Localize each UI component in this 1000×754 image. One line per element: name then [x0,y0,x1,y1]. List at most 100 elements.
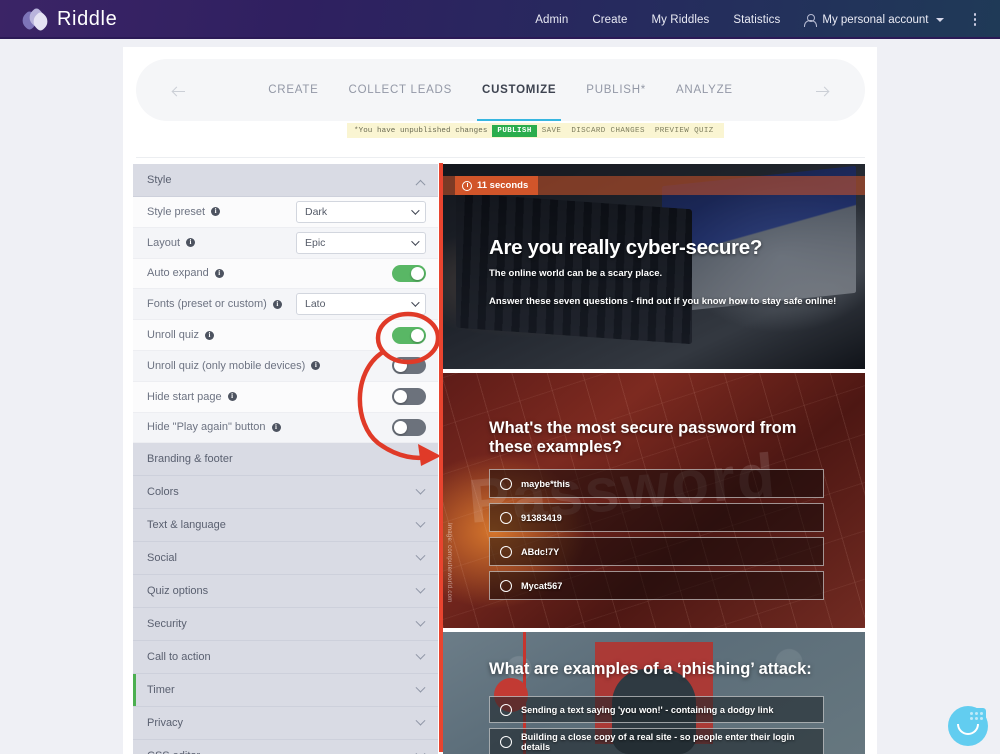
radio-button-icon[interactable] [500,477,512,490]
chevron-down-icon [411,206,420,215]
next-step-arrow-icon[interactable] [816,85,830,97]
setting-row-unroll-quiz-mobile: Unroll quiz (only mobile devices) i [133,350,438,382]
nav-link-admin[interactable]: Admin [535,14,568,26]
setting-row-fonts: Fonts (preset or custom) i Lato [133,289,438,321]
info-icon[interactable]: i [204,330,214,340]
radio-button-icon[interactable] [500,579,512,592]
option-row[interactable]: Mycat567 [489,571,824,600]
save-button[interactable]: SAVE [537,125,567,137]
info-icon[interactable]: i [227,392,237,402]
option-row[interactable]: 91383419 [489,503,824,532]
nav-link-create[interactable]: Create [592,14,627,26]
style-preset-select[interactable]: Dark [296,200,426,223]
option-label: maybe*this [521,478,571,489]
fonts-select[interactable]: Lato [296,293,426,316]
chevron-down-icon [415,715,426,726]
top-nav-links: Admin Create My Riddles Statistics My pe… [535,9,982,30]
section-label-style: Style [147,174,172,186]
quiz-question-card-1: Password Image: computerworld.com What's… [443,373,865,628]
radio-button-icon[interactable] [500,703,512,716]
section-header-social[interactable]: Social [133,542,438,576]
section-header-privacy[interactable]: Privacy [133,707,438,741]
nav-link-my-riddles[interactable]: My Riddles [651,14,709,26]
radio-button-icon[interactable] [500,735,512,748]
brand-logo[interactable]: Riddle [18,6,117,32]
layout-select[interactable]: Epic [296,231,426,254]
discard-changes-button[interactable]: DISCARD CHANGES [566,125,650,137]
tab-customize[interactable]: CUSTOMIZE [477,80,562,121]
image-credit: Image: computerworld.com [446,523,452,603]
section-label-security: Security [147,618,187,631]
info-icon[interactable]: i [186,238,196,248]
more-options-icon[interactable] [968,9,983,30]
chevron-down-icon [935,17,944,22]
option-row[interactable]: maybe*this [489,469,824,498]
section-header-text-language[interactable]: Text & language [133,509,438,543]
timer-badge: 11 seconds [455,176,539,195]
unroll-quiz-mobile-toggle[interactable] [392,357,426,375]
editor-page-card: CREATE COLLECT LEADS CUSTOMIZE PUBLISH* … [123,47,877,754]
info-icon[interactable]: i [271,422,281,432]
section-header-security[interactable]: Security [133,608,438,642]
label-unroll-quiz: Unroll quiz [147,329,199,342]
option-label: 91383419 [521,512,562,523]
section-label-timer: Timer [147,684,175,697]
label-fonts: Fonts (preset or custom) [147,298,267,311]
chat-bubble-dots-icon [970,712,983,720]
tab-create[interactable]: CREATE [266,80,320,100]
style-settings-panel: Style Style preset i Dark Layout i Epic Au… [133,164,438,754]
chevron-down-icon [411,237,420,246]
hide-play-again-toggle[interactable] [392,418,426,436]
setting-row-layout: Layout i Epic [133,227,438,259]
section-header-call-to-action[interactable]: Call to action [133,641,438,675]
preview-quiz-button[interactable]: PREVIEW QUIZ [650,125,719,137]
radio-button-icon[interactable] [500,511,512,524]
tab-publish[interactable]: PUBLISH* [584,80,648,100]
chat-widget-button[interactable] [948,706,988,746]
setting-row-hide-play-again: Hide "Play again" button i [133,412,438,444]
quiz-intro-slide: 11 seconds Are you really cyber-secure? … [443,164,865,369]
quiz-preview-panel: 11 seconds Are you really cyber-secure? … [443,164,867,754]
section-header-css-editor[interactable]: CSS editor [133,740,438,754]
account-menu[interactable]: My personal account [804,13,944,27]
chevron-down-icon [415,583,426,594]
option-row[interactable]: Sending a text saying 'you won!' - conta… [489,696,824,723]
question-2-options: Sending a text saying 'you won!' - conta… [489,696,824,754]
auto-expand-toggle[interactable] [392,264,426,282]
info-icon[interactable]: i [272,299,282,309]
section-label-colors: Colors [147,486,179,499]
section-header-style[interactable]: Style [133,164,438,197]
layout-value: Epic [305,236,326,249]
info-icon[interactable]: i [214,268,224,278]
chevron-down-icon [415,517,426,528]
section-header-quiz-options[interactable]: Quiz options [133,575,438,609]
option-row[interactable]: ABdc!7Y [489,537,824,566]
chevron-down-icon [415,550,426,561]
section-header-branding-footer[interactable]: Branding & footer [133,443,438,477]
option-row[interactable]: Building a close copy of a real site - s… [489,728,824,754]
riddle-logo-icon [18,6,52,32]
account-label: My personal account [822,13,929,26]
unroll-quiz-toggle[interactable] [392,326,426,344]
question-2-title: What are examples of a ‘phishing’ attack… [489,660,812,678]
chevron-down-icon [415,649,426,660]
nav-link-statistics[interactable]: Statistics [733,14,780,26]
publish-button[interactable]: PUBLISH [492,124,537,137]
unpublished-changes-bar: *You have unpublished changes PUBLISH SA… [347,123,724,138]
section-header-timer[interactable]: Timer [133,674,438,708]
info-icon[interactable]: i [211,207,221,217]
section-header-colors[interactable]: Colors [133,476,438,510]
section-label-privacy: Privacy [147,717,184,730]
label-hide-start-page: Hide start page [147,390,222,403]
section-label-quiz-options: Quiz options [147,585,209,598]
hide-start-page-toggle[interactable] [392,388,426,406]
setting-row-style-preset: Style preset i Dark [133,197,438,228]
tab-collect-leads[interactable]: COLLECT LEADS [347,80,455,100]
quiz-question-card-2: What are examples of a ‘phishing’ attack… [443,632,865,754]
timer-text: 11 seconds [477,180,529,191]
info-icon[interactable]: i [311,361,321,371]
section-label-text-language: Text & language [147,519,226,532]
radio-button-icon[interactable] [500,545,512,558]
tab-analyze[interactable]: ANALYZE [674,80,735,100]
setting-row-hide-start-page: Hide start page i [133,381,438,413]
